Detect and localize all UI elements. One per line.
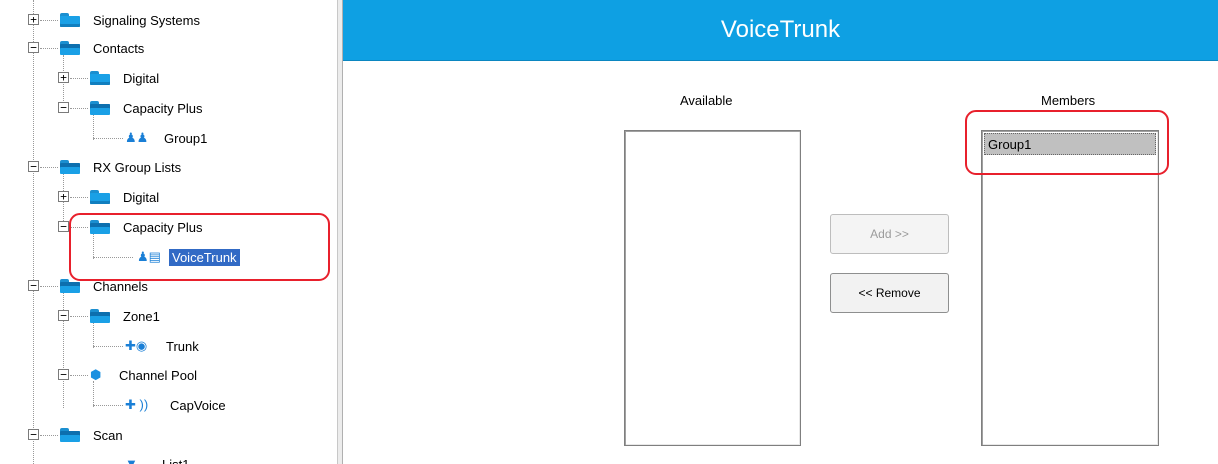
tree-item-label: Scan (93, 427, 123, 443)
panel-header: VoiceTrunk (343, 0, 1218, 61)
group-contact-icon: ♟♟ (125, 130, 149, 145)
tree-item-label: Signaling Systems (93, 12, 200, 28)
folder-open-icon (60, 428, 80, 442)
folder-open-icon (90, 101, 110, 115)
tree-item-contacts-capacity-plus[interactable]: − Capacity Plus (58, 94, 205, 122)
collapse-icon[interactable]: − (58, 310, 69, 321)
tree-item-signaling-systems[interactable]: + Signaling Systems (28, 6, 203, 34)
tree-item-trunk[interactable]: ✚◉ Trunk (93, 332, 202, 360)
tree-item-label: Trunk (166, 338, 199, 354)
folder-open-icon (60, 160, 80, 174)
collapse-icon[interactable]: − (58, 221, 69, 232)
tree-item-label: Zone1 (123, 308, 160, 324)
annotation-highlight (69, 213, 330, 281)
voice-channel-icon: ✚ )) (125, 397, 149, 412)
folder-icon (60, 13, 80, 27)
tree-item-label: Channel Pool (119, 367, 198, 383)
folder-icon (90, 71, 110, 85)
cube-icon: ⬢ (90, 367, 102, 382)
tree-item-list1[interactable]: ▼ List1 (93, 450, 192, 464)
tree-item-rx-digital[interactable]: + Digital (58, 183, 162, 211)
tree-item-zone1[interactable]: − Zone1 (58, 302, 163, 330)
tree-item-label: Digital (123, 70, 160, 86)
tree-item-label: Contacts (93, 40, 145, 56)
folder-open-icon (60, 41, 80, 55)
tree-item-label: RX Group Lists (93, 159, 182, 175)
tree-item-rx-group-lists[interactable]: − RX Group Lists (28, 153, 184, 181)
available-listbox[interactable] (624, 130, 801, 446)
tree-item-label: List1 (162, 456, 190, 464)
collapse-icon[interactable]: − (58, 102, 69, 113)
tree-item-label: Group1 (164, 130, 208, 146)
annotation-highlight (965, 110, 1169, 175)
members-listbox[interactable]: Group1 (981, 130, 1159, 446)
tree-view[interactable]: + Signaling Systems − Contacts + Digital… (28, 0, 337, 464)
tree-item-label: CapVoice (170, 397, 226, 413)
expand-icon[interactable]: + (58, 191, 69, 202)
collapse-icon[interactable]: − (28, 161, 39, 172)
collapse-icon[interactable]: − (28, 42, 39, 53)
collapse-icon[interactable]: − (28, 280, 39, 291)
members-label: Members (1041, 93, 1096, 108)
expand-icon[interactable]: + (28, 14, 39, 25)
tree-item-capvoice[interactable]: ✚ )) CapVoice (93, 391, 229, 419)
tree-item-group1[interactable]: ♟♟ Group1 (93, 124, 210, 152)
available-label: Available (680, 93, 733, 108)
tree-item-scan[interactable]: − Scan (28, 421, 126, 449)
scan-list-icon: ▼ (125, 456, 138, 464)
add-button[interactable]: Add >> (830, 214, 949, 254)
tree-item-contacts[interactable]: − Contacts (28, 34, 147, 62)
tree-item-channel-pool[interactable]: − ⬢ Channel Pool (58, 361, 200, 389)
folder-open-icon (60, 279, 80, 293)
folder-open-icon (90, 309, 110, 323)
collapse-icon[interactable]: − (28, 429, 39, 440)
collapse-icon[interactable]: − (58, 369, 69, 380)
main-panel: VoiceTrunk Available Add >> << Remove Me… (343, 0, 1218, 464)
tree-item-contacts-digital[interactable]: + Digital (58, 64, 162, 92)
tree-item-label: Capacity Plus (123, 100, 203, 116)
tree-line (33, 0, 34, 464)
trunk-channel-icon: ✚◉ (125, 338, 148, 353)
panel-title: VoiceTrunk (720, 16, 841, 43)
expand-icon[interactable]: + (58, 72, 69, 83)
tree-item-label: Digital (123, 189, 160, 205)
remove-button[interactable]: << Remove (830, 273, 949, 313)
folder-icon (90, 190, 110, 204)
